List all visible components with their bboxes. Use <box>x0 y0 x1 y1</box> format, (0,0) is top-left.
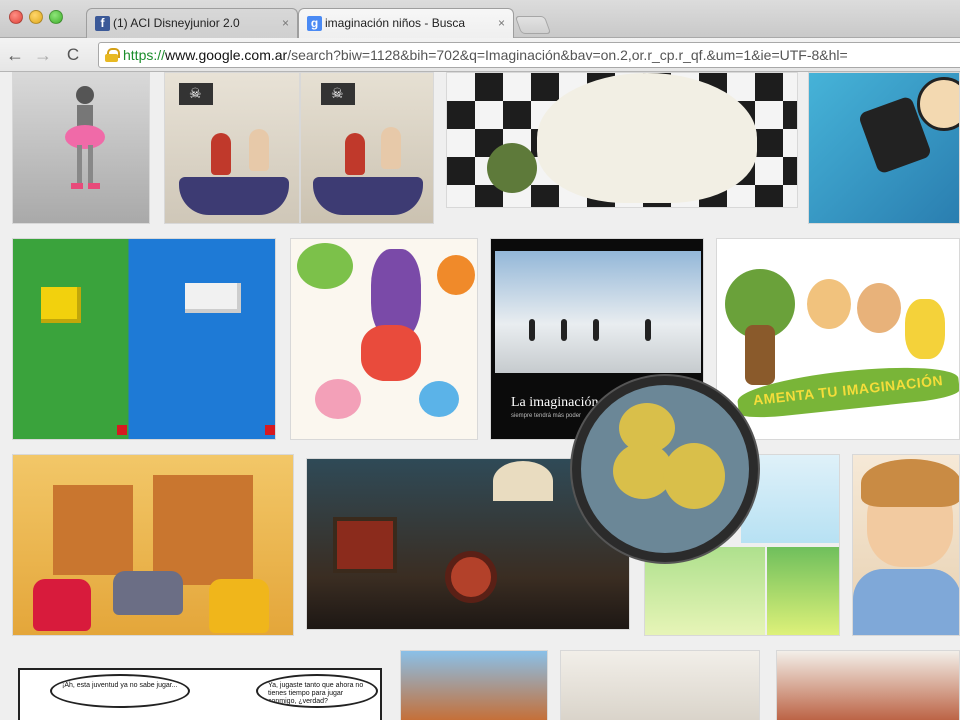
tree-trunk <box>745 325 775 385</box>
tab-label: (1) ACI Disneyjunior 2.0 <box>113 16 240 30</box>
forward-arrow-icon[interactable]: → <box>32 44 54 66</box>
pirate-flag-icon <box>321 83 355 105</box>
runner-silhouette <box>593 319 599 341</box>
child-figure <box>249 129 269 171</box>
result-image-reading-monsters[interactable] <box>290 238 478 440</box>
result-image-comic-strip[interactable]: ¡Ah, esta juventud ya no sabe jugar... Y… <box>18 668 382 720</box>
badge-ball <box>663 443 725 509</box>
child-reading <box>419 381 459 417</box>
bookshelf <box>53 485 133 575</box>
watermark-badge-icon <box>572 376 758 562</box>
url-path: /search?biw=1128&bih=702&q=Imaginación&b… <box>287 47 848 63</box>
child-figure <box>381 127 401 169</box>
result-image-lego-ad[interactable] <box>12 238 276 440</box>
browser-titlebar: f (1) ACI Disneyjunior 2.0 × g imaginaci… <box>0 0 960 38</box>
address-bar[interactable]: https://www.google.com.ar/search?biw=112… <box>98 42 960 68</box>
lock-icon <box>105 48 120 62</box>
tab-facebook[interactable]: f (1) ACI Disneyjunior 2.0 × <box>86 8 298 38</box>
reading-girl <box>361 325 421 381</box>
url-host: www.google.com.ar <box>165 47 288 63</box>
result-image-tree-banner[interactable]: AMENTA TU IMAGINACIÓN <box>716 238 960 440</box>
lego-logo-icon <box>265 425 275 435</box>
speech-bubble: ¡Ah, esta juventud ya no sabe jugar... <box>50 674 190 708</box>
child-character <box>857 283 901 333</box>
grey-beanbag <box>113 571 183 615</box>
red-beanbag <box>33 579 91 631</box>
dancer-illustration <box>65 86 105 189</box>
child-shirt <box>853 569 959 635</box>
result-image-dancing-girl[interactable] <box>12 72 150 224</box>
close-tab-icon[interactable]: × <box>498 9 505 37</box>
back-arrow-icon[interactable]: ← <box>4 44 26 66</box>
white-lego-boat <box>185 283 241 313</box>
zoom-window-button[interactable] <box>49 10 63 24</box>
result-image-pirate-bathtub-2[interactable] <box>300 72 434 224</box>
url-protocol: https:// <box>123 47 166 63</box>
bathtub <box>313 177 423 215</box>
image-results-grid: La imaginación siempre tendrá más poder … <box>0 72 960 720</box>
pirate-flag-icon <box>179 83 213 105</box>
result-image-child-playing[interactable] <box>776 650 960 720</box>
bonsai-tree <box>487 143 537 193</box>
result-image-toy-aisle[interactable] <box>400 650 548 720</box>
white-sculpture <box>537 73 757 203</box>
result-image-room[interactable] <box>560 650 760 720</box>
child-figure <box>211 133 231 175</box>
result-image-cartoon-character[interactable] <box>808 72 960 224</box>
green-monster <box>297 243 353 289</box>
result-image-child-reading[interactable] <box>852 454 960 636</box>
facebook-icon: f <box>95 16 110 31</box>
runner-silhouette <box>561 319 567 341</box>
beach-photo <box>495 251 701 373</box>
old-tv <box>333 517 397 573</box>
result-image-pirate-bathtub[interactable] <box>164 72 300 224</box>
close-window-button[interactable] <box>9 10 23 24</box>
result-image-kids-library[interactable] <box>12 454 294 636</box>
runner-silhouette <box>529 319 535 341</box>
google-icon: g <box>307 16 322 31</box>
drawing-panel <box>767 547 839 635</box>
poster-title: La imaginación <box>511 395 599 410</box>
minimize-window-button[interactable] <box>29 10 43 24</box>
yellow-beanbag <box>209 579 269 633</box>
tab-google-search[interactable]: g imaginación niños - Busca × <box>298 8 514 38</box>
child-character <box>807 279 851 329</box>
wheel-object <box>445 551 497 603</box>
result-image-checkered-room[interactable] <box>446 72 798 208</box>
reload-icon[interactable]: C <box>62 44 84 66</box>
orange-monster <box>437 255 475 295</box>
bathtub <box>179 177 289 215</box>
browser-toolbar: ← → C https://www.google.com.ar/search?b… <box>0 38 960 72</box>
poster-subtitle: siempre tendrá más poder <box>511 413 582 419</box>
cartoon-face <box>917 77 959 131</box>
banana-character <box>905 299 945 359</box>
lego-logo-icon <box>117 425 127 435</box>
child-hair <box>861 459 959 507</box>
runner-silhouette <box>645 319 651 341</box>
child-figure <box>345 133 365 175</box>
bookshelf <box>153 475 253 585</box>
speech-bubble: Ya, jugaste tanto que ahora no tienes ti… <box>256 674 378 708</box>
yellow-lego-duck <box>41 287 81 323</box>
tab-label: imaginación niños - Busca <box>325 16 466 30</box>
child-reading <box>315 379 361 419</box>
new-tab-button[interactable] <box>514 16 552 34</box>
close-tab-icon[interactable]: × <box>282 9 289 37</box>
ceiling-lamp <box>493 461 553 501</box>
